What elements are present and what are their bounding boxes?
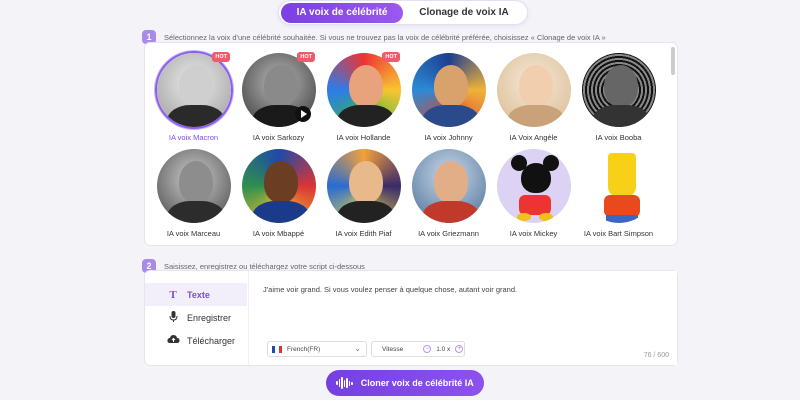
voice-card-sarkozy[interactable]: HOT IA voix Sarkozy	[236, 51, 321, 147]
clone-voice-label: Cloner voix de célébrité IA	[360, 378, 474, 388]
tab-voice-cloning[interactable]: Clonage de voix IA	[403, 3, 525, 23]
microphone-icon	[167, 310, 179, 325]
step-1-instructions: Sélectionnez la voix d'une célébrité sou…	[164, 32, 606, 42]
avatar	[239, 243, 318, 245]
voice-card-partial[interactable]	[321, 243, 406, 245]
script-mode-menu: T Texte Enregistrer Télécharger	[145, 283, 247, 352]
voice-card-partial[interactable]	[151, 243, 236, 245]
voice-card-griezmann[interactable]: IA voix Griezmann	[406, 147, 491, 243]
hot-badge: HOT	[297, 52, 315, 62]
play-icon[interactable]	[295, 106, 311, 122]
clone-voice-button[interactable]: Cloner voix de célébrité IA	[326, 370, 484, 396]
voice-grid: HOT IA voix Macron HOT IA voix Sarkozy H…	[151, 51, 663, 245]
avatar	[409, 243, 488, 245]
script-panel: T Texte Enregistrer Télécharger J'aime v…	[144, 270, 678, 366]
mode-label: Télécharger	[187, 335, 236, 346]
voice-selection-panel: HOT IA voix Macron HOT IA voix Sarkozy H…	[144, 42, 678, 246]
avatar	[579, 243, 658, 245]
language-value: French(FR)	[287, 345, 321, 353]
voice-card-bart-simpson[interactable]: IA voix Bart Simpson	[576, 147, 661, 243]
voice-name: IA Voix Angèle	[509, 133, 558, 142]
voice-name: IA voix Hollande	[336, 133, 391, 142]
mode-label: Enregistrer	[187, 312, 232, 323]
voice-name: IA voix Edith Piaf	[335, 229, 392, 238]
speed-control: Vitesse − 1.0 x +	[371, 341, 465, 357]
voice-card-marceau[interactable]: IA voix Marceau	[151, 147, 236, 243]
avatar	[494, 147, 573, 225]
language-select[interactable]: French(FR) ⌄	[267, 341, 367, 357]
voice-name: IA voix Sarkozy	[252, 133, 305, 142]
avatar	[239, 147, 318, 225]
avatar	[324, 51, 403, 129]
avatar	[409, 51, 488, 129]
speed-decrease-button[interactable]: −	[423, 345, 432, 353]
voice-name: IA voix Bart Simpson	[583, 229, 654, 238]
avatar	[154, 243, 233, 245]
avatar	[494, 243, 573, 245]
voice-card-partial[interactable]	[491, 243, 576, 245]
voice-name: IA voix Griezmann	[418, 229, 479, 238]
voice-name: IA voix Mbappé	[252, 229, 305, 238]
voices-scrollbar[interactable]	[671, 47, 675, 75]
france-flag-icon	[272, 345, 282, 353]
mode-text[interactable]: T Texte	[145, 283, 247, 306]
mode-upload[interactable]: Télécharger	[145, 329, 247, 352]
voice-card-booba[interactable]: IA voix Booba	[576, 51, 661, 147]
avatar	[154, 147, 233, 225]
voice-card-macron[interactable]: HOT IA voix Macron	[151, 51, 236, 147]
speed-label: Vitesse	[382, 345, 404, 353]
avatar	[494, 51, 573, 129]
mode-record[interactable]: Enregistrer	[145, 306, 247, 329]
avatar	[324, 147, 403, 225]
character-counter: 76 / 600	[643, 352, 669, 359]
voice-card-hollande[interactable]: HOT IA voix Hollande	[321, 51, 406, 147]
voice-card-mbappe[interactable]: IA voix Mbappé	[236, 147, 321, 243]
speed-increase-button[interactable]: +	[455, 345, 464, 353]
avatar	[409, 147, 488, 225]
avatar	[154, 51, 233, 129]
hot-badge: HOT	[382, 52, 400, 62]
voice-card-angele[interactable]: IA Voix Angèle	[491, 51, 576, 147]
script-textarea[interactable]: J'aime voir grand. Si vous voulez penser…	[248, 271, 677, 365]
avatar	[324, 243, 403, 245]
script-text[interactable]: J'aime voir grand. Si vous voulez penser…	[263, 285, 517, 294]
sound-wave-icon	[336, 377, 353, 389]
voice-card-johnny[interactable]: IA voix Johnny	[406, 51, 491, 147]
avatar	[579, 51, 658, 129]
cloud-upload-icon	[167, 334, 180, 347]
voice-name: IA voix Macron	[168, 133, 219, 142]
voice-card-mickey[interactable]: IA voix Mickey	[491, 147, 576, 243]
hot-badge: HOT	[212, 52, 230, 62]
voice-name: IA voix Marceau	[166, 229, 221, 238]
chevron-down-icon: ⌄	[354, 344, 361, 353]
voice-card-partial[interactable]	[406, 243, 491, 245]
mode-tabs: IA voix de célébrité Clonage de voix IA	[278, 0, 528, 25]
avatar	[579, 147, 658, 225]
tab-celebrity-voice[interactable]: IA voix de célébrité	[281, 2, 403, 23]
voice-name: IA voix Mickey	[509, 229, 558, 238]
voice-card-edith-piaf[interactable]: IA voix Edith Piaf	[321, 147, 406, 243]
speed-value: 1.0 x	[436, 345, 451, 353]
voice-name: IA voix Booba	[595, 133, 642, 142]
text-icon: T	[169, 288, 177, 301]
mode-label: Texte	[187, 289, 210, 300]
voice-name: IA voix Johnny	[424, 133, 473, 142]
voice-card-partial[interactable]	[576, 243, 661, 245]
voice-card-partial[interactable]	[236, 243, 321, 245]
